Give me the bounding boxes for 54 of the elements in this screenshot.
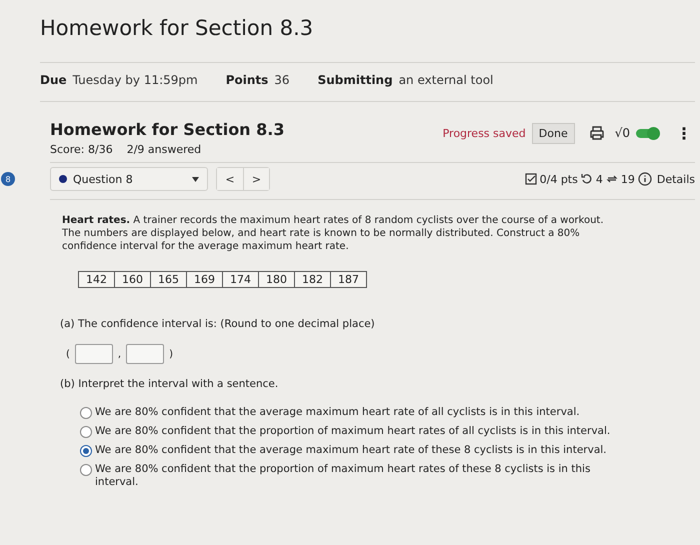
- radio-button[interactable]: [80, 426, 92, 438]
- info-icon: [638, 172, 652, 186]
- table-cell: 169: [186, 272, 222, 288]
- answered-count: 2/9 answered: [126, 143, 202, 156]
- repeat-icon: [606, 173, 618, 185]
- undo-icon: [580, 173, 593, 185]
- meta-value: 36: [274, 73, 290, 87]
- math-symbol: √0: [614, 126, 630, 140]
- print-icon[interactable]: [588, 125, 605, 141]
- meta-label: Due: [40, 73, 67, 87]
- table-cell: 187: [330, 272, 366, 288]
- question-badge: 8: [1, 172, 15, 186]
- page-title: Homework for Section 8.3: [40, 16, 314, 42]
- question-text: Heart rates. A trainer records the maximum heart rates of 8 random cyclists over the course of a workout. The numbers are displayed below, and heart rate is known to be normally distributed. Construct a 80% confidence interval for the average maximum heart rate.: [62, 214, 605, 253]
- dot-icon: [59, 175, 67, 183]
- table-cell: 160: [114, 272, 150, 288]
- option-text: We are 80% confident that the proportion of maximum heart rates of these 8 cyclists is in this interval.: [95, 463, 592, 489]
- meta-label: Submitting: [318, 73, 393, 87]
- option-text: We are 80% confident that the proportion of maximum heart rates of all cyclists is in this interval.: [95, 425, 610, 438]
- part-a-prompt: (a) The confidence interval is: (Round to one decimal place): [60, 318, 376, 330]
- progress-status: Progress saved: [442, 126, 526, 140]
- table-cell: 180: [258, 272, 294, 288]
- retries-count: 4: [596, 172, 603, 186]
- details-link[interactable]: Details: [656, 172, 695, 186]
- next-button[interactable]: >: [243, 168, 269, 190]
- table-cell: 142: [78, 272, 114, 288]
- caret-icon: [192, 176, 199, 182]
- attempts-count: 19: [620, 172, 635, 186]
- previous-button[interactable]: <: [217, 168, 243, 190]
- points-text: 0/4 pts: [540, 172, 578, 186]
- math-toggle[interactable]: [636, 128, 658, 138]
- more-menu[interactable]: ⋮: [676, 124, 692, 142]
- radio-button[interactable]: [80, 407, 92, 419]
- table-cell: 182: [294, 272, 330, 288]
- lower-bound-field[interactable]: [74, 344, 113, 364]
- comma: ,: [118, 348, 122, 360]
- close-paren: ): [169, 348, 173, 360]
- option-text: We are 80% confident that the average maximum heart rate of these 8 cyclists is in this interval.: [95, 444, 607, 457]
- open-paren: (: [66, 348, 70, 360]
- meta-value: an external tool: [398, 73, 494, 87]
- table-cell: 165: [150, 272, 186, 288]
- radio-button[interactable]: [80, 464, 92, 476]
- score-text: Score: 8/36: [50, 143, 113, 156]
- radio-button[interactable]: [80, 445, 92, 457]
- part-b-prompt: (b) Interpret the interval with a sentence.: [60, 378, 280, 390]
- option-text: We are 80% confident that the average maximum heart rate of all cyclists is in this interval.: [95, 406, 580, 419]
- meta-label: Points: [226, 73, 268, 87]
- done-button[interactable]: Done: [532, 122, 575, 144]
- table-cell: 174: [222, 272, 258, 288]
- question-dropdown[interactable]: Question 8: [50, 167, 208, 191]
- meta-value: Tuesday by 11:59pm: [72, 73, 198, 87]
- checkbox-icon: [524, 173, 537, 185]
- quiz-title: Homework for Section 8.3: [50, 120, 284, 139]
- upper-bound-field[interactable]: [126, 344, 164, 364]
